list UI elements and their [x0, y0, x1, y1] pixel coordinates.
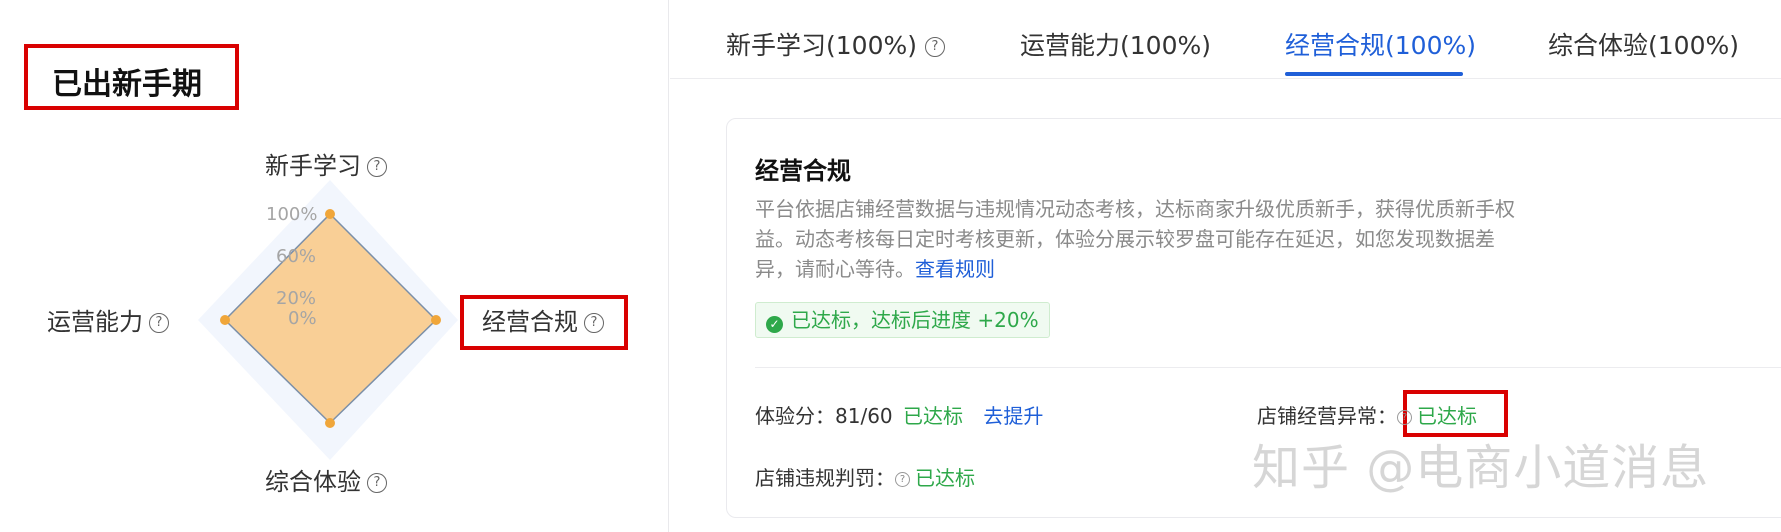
experience-label: 体验分： — [755, 404, 835, 428]
card-description: 平台依据店铺经营数据与违规情况动态考核，达标商家升级优质新手，获得优质新手权益。… — [755, 194, 1515, 284]
tab-label: 新手学习(100%) — [726, 31, 917, 60]
card-divider — [755, 367, 1781, 368]
radar-point-top — [325, 209, 335, 219]
view-rules-link[interactable]: 查看规则 — [915, 257, 995, 281]
experience-status: 已达标 — [903, 404, 963, 428]
improve-link[interactable]: 去提升 — [983, 404, 1043, 428]
active-tab-indicator — [1285, 72, 1463, 76]
scale-label-0: 0% — [288, 308, 317, 329]
violation-label: 店铺违规判罚： — [755, 466, 895, 490]
operation-abnormal-row: 店铺经营异常：? 已达标 — [1257, 400, 1477, 429]
radar-area — [223, 212, 438, 425]
experience-value: 81/60 — [835, 404, 893, 428]
violation-penalty-row: 店铺违规判罚：? 已达标 — [755, 462, 975, 491]
status-text: 已达标，达标后进度 +20% — [791, 308, 1039, 332]
help-icon[interactable]: ? — [1397, 410, 1412, 425]
tab-business-compliance[interactable]: 经营合规(100%) — [1285, 26, 1476, 62]
scale-label-100: 100% — [266, 204, 317, 225]
tab-overall-experience[interactable]: 综合体验(100%) — [1548, 26, 1739, 62]
help-icon[interactable]: ? — [924, 37, 945, 57]
tab-label: 综合体验(100%) — [1548, 31, 1739, 60]
card-title: 经营合规 — [755, 157, 851, 185]
tab-label: 运营能力(100%) — [1020, 31, 1211, 60]
tabs-divider — [670, 78, 1781, 79]
violation-status: 已达标 — [915, 466, 975, 490]
radar-point-left — [220, 315, 230, 325]
status-badge: ✓ 已达标，达标后进度 +20% — [755, 302, 1050, 338]
radar-point-right — [431, 315, 441, 325]
abnormal-label: 店铺经营异常： — [1257, 404, 1397, 428]
help-icon[interactable]: ? — [895, 472, 910, 487]
abnormal-status: 已达标 — [1417, 404, 1477, 428]
description-text: 平台依据店铺经营数据与违规情况动态考核，达标商家升级优质新手，获得优质新手权益。… — [755, 197, 1515, 281]
scale-label-20: 20% — [276, 288, 316, 309]
radar-chart: 100% 60% 20% 0% — [198, 180, 458, 460]
watermark: 知乎 @电商小道消息 — [1252, 440, 1710, 496]
radar-point-bottom — [325, 418, 335, 428]
scale-label-60: 60% — [276, 246, 316, 267]
tab-label: 经营合规(100%) — [1285, 31, 1476, 60]
panel-divider — [668, 0, 669, 532]
tab-newbie-learning[interactable]: 新手学习(100%)? — [726, 26, 945, 62]
experience-score-row: 体验分：81/60 已达标 去提升 — [755, 400, 1043, 429]
tab-operation-ability[interactable]: 运营能力(100%) — [1020, 26, 1211, 62]
check-circle-icon: ✓ — [766, 316, 783, 333]
